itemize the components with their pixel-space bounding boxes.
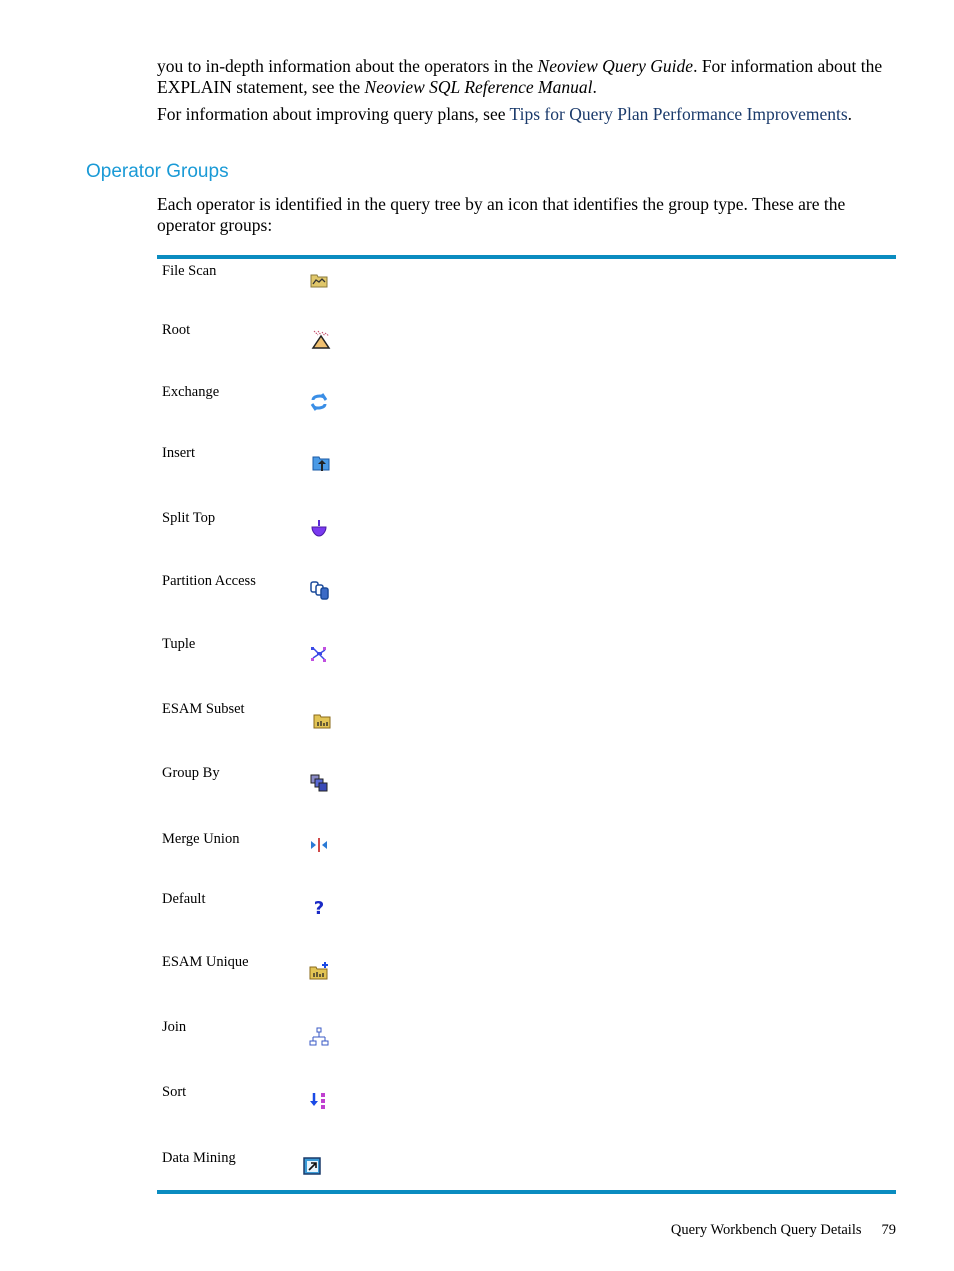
spinning-top-icon bbox=[308, 517, 330, 539]
merge-arrows-icon bbox=[308, 834, 330, 856]
intro-paragraph-1: you to in-depth information about the op… bbox=[157, 56, 902, 98]
text: . bbox=[592, 77, 597, 97]
operator-group-label: Default bbox=[162, 891, 206, 907]
operator-group-label: Group By bbox=[162, 765, 220, 781]
exchange-arrows-icon bbox=[308, 391, 330, 413]
section-heading: Operator Groups bbox=[86, 161, 229, 182]
operator-group-label: Join bbox=[162, 1019, 187, 1035]
tuple-network-icon bbox=[308, 643, 330, 665]
join-tree-icon bbox=[308, 1026, 330, 1048]
table-top-rule bbox=[157, 255, 896, 259]
text: For information about improving query pl… bbox=[157, 104, 510, 124]
operator-group-label: Exchange bbox=[162, 384, 220, 400]
operator-group-label: Sort bbox=[162, 1084, 187, 1100]
folder-bars-plus-icon bbox=[308, 960, 330, 982]
book-title-sql-reference: Neoview SQL Reference Manual bbox=[364, 77, 593, 97]
book-title-query-guide: Neoview Query Guide bbox=[537, 56, 694, 76]
operator-group-label: Data Mining bbox=[162, 1150, 236, 1166]
footer-section-title: Query Workbench Query Details bbox=[670, 1222, 862, 1238]
tips-query-plan-link[interactable]: Tips for Query Plan Performance Improvem… bbox=[510, 104, 848, 124]
intro-paragraph-2: For information about improving query pl… bbox=[157, 104, 902, 125]
section-description: Each operator is identified in the query… bbox=[157, 194, 846, 235]
operator-group-label: Split Top bbox=[162, 510, 216, 526]
svg-text:?: ? bbox=[314, 898, 324, 918]
partition-cylinders-icon bbox=[308, 579, 330, 601]
sort-arrow-icon bbox=[308, 1090, 330, 1112]
operator-group-label: ESAM Unique bbox=[162, 954, 249, 970]
folder-chart-icon bbox=[308, 268, 330, 290]
text: you to in-depth information about the op… bbox=[157, 56, 538, 76]
operator-group-label: Merge Union bbox=[162, 831, 240, 847]
text: . bbox=[847, 104, 853, 124]
operator-group-label: ESAM Subset bbox=[162, 701, 245, 717]
page-footer: Query Workbench Query Details 79 bbox=[651, 1222, 896, 1239]
operator-group-label: File Scan bbox=[162, 263, 217, 279]
operator-group-label: Partition Access bbox=[162, 573, 256, 589]
data-mining-shortcut-icon bbox=[301, 1155, 323, 1177]
question-mark-icon: ? bbox=[308, 896, 330, 918]
folder-bars-icon bbox=[311, 709, 333, 731]
operator-group-label: Root bbox=[162, 322, 191, 338]
folder-insert-icon bbox=[310, 452, 332, 474]
root-cone-icon bbox=[310, 328, 332, 350]
operator-group-label: Tuple bbox=[162, 636, 196, 652]
operator-group-label: Insert bbox=[162, 445, 196, 461]
table-bottom-rule bbox=[157, 1190, 896, 1194]
group-by-stack-icon bbox=[308, 772, 330, 794]
page-number: 79 bbox=[881, 1222, 897, 1238]
